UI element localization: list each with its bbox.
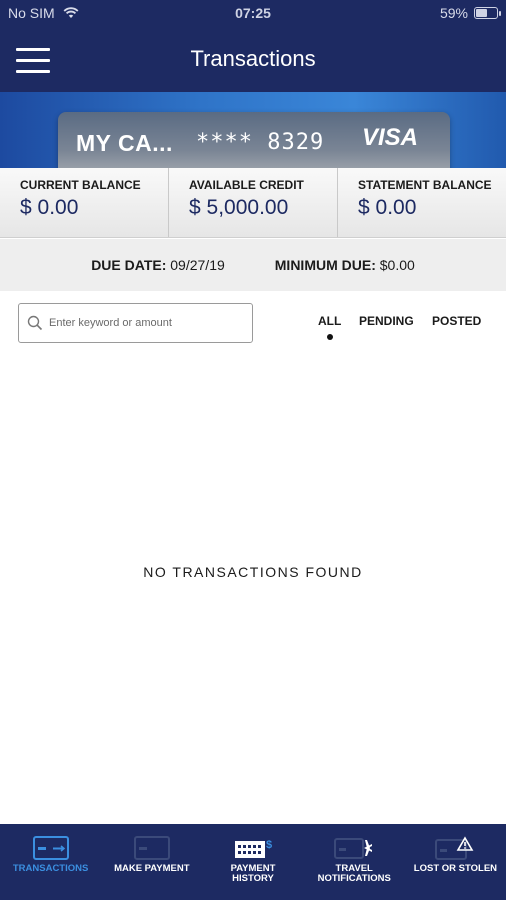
statement-balance-label: STATEMENT BALANCE [358, 178, 492, 192]
page-title: Transactions [190, 46, 316, 71]
due-info: DUE DATE: 09/27/19 MINIMUM DUE: $0.00 [0, 239, 506, 291]
available-credit-value: $ 5,000.00 [189, 196, 289, 219]
minimum-due: MINIMUM DUE: $0.00 [275, 257, 415, 273]
credit-card-icon [32, 836, 69, 860]
search-box[interactable] [18, 303, 253, 343]
nav-payment-history-label: PAYMENT HISTORY [230, 863, 276, 884]
current-balance: CURRENT BALANCE $ 0.00 [0, 168, 168, 237]
bottom-nav: TRANSACTIONS MAKE PAYMENT $ PAYMENT HIST… [0, 824, 506, 900]
nav-travel-notifications-label: TRAVEL NOTIFICATIONS [317, 863, 391, 884]
balances-row: CURRENT BALANCE $ 0.00 AVAILABLE CREDIT … [0, 168, 506, 238]
due-date-value: 09/27/19 [170, 257, 225, 273]
filter-all[interactable]: ALL [318, 314, 342, 340]
app-header: No SIM 07:25 59% Transactions [0, 0, 506, 92]
card-warning-icon [435, 836, 474, 860]
nav-make-payment[interactable]: MAKE PAYMENT [101, 824, 202, 900]
nav-transactions[interactable]: TRANSACTIONS [0, 824, 101, 900]
battery-icon [474, 7, 501, 19]
minimum-due-value: $0.00 [379, 257, 415, 273]
nav-lost-or-stolen[interactable]: LOST OR STOLEN [405, 824, 506, 900]
credit-card[interactable]: MY CA... **** 8329 VISA [58, 112, 450, 168]
filter-pending-label: PENDING [359, 314, 414, 328]
selected-indicator [326, 334, 333, 340]
nav-payment-history[interactable]: $ PAYMENT HISTORY [202, 824, 303, 900]
card-number: **** 8329 [196, 130, 325, 155]
minimum-due-label: MINIMUM DUE: [274, 257, 376, 273]
battery-percent: 59% [439, 5, 468, 21]
filter-pending[interactable]: PENDING [359, 314, 414, 328]
search-icon [27, 315, 43, 331]
nav-make-payment-label: MAKE PAYMENT [114, 863, 190, 874]
empty-state-message: NO TRANSACTIONS FOUND [143, 564, 363, 580]
svg-text:$: $ [266, 839, 272, 851]
battery-fill [476, 9, 488, 17]
nav-lost-or-stolen-label: LOST OR STOLEN [413, 863, 498, 874]
card-name: MY CA... [76, 130, 173, 156]
due-date: DUE DATE: 09/27/19 [91, 257, 225, 273]
search-input[interactable] [49, 317, 239, 329]
nav-travel-notifications[interactable]: TRAVEL NOTIFICATIONS [304, 824, 405, 900]
statement-balance: STATEMENT BALANCE $ 0.00 [337, 168, 506, 237]
statement-balance-value: $ 0.00 [358, 196, 417, 219]
current-balance-value: $ 0.00 [20, 196, 79, 219]
filter-posted-label: POSTED [432, 314, 482, 328]
nav-transactions-label: TRANSACTIONS [12, 863, 89, 874]
filter-posted[interactable]: POSTED [432, 314, 481, 328]
card-payment-icon [133, 836, 170, 860]
current-balance-label: CURRENT BALANCE [20, 178, 141, 192]
available-credit-label: AVAILABLE CREDIT [189, 178, 304, 192]
battery-group: 59% [439, 5, 501, 21]
calendar-dollar-icon: $ [235, 839, 272, 858]
available-credit: AVAILABLE CREDIT $ 5,000.00 [168, 168, 337, 237]
status-time: 07:25 [235, 5, 271, 21]
due-date-label: DUE DATE: [91, 257, 167, 273]
card-banner: MY CA... **** 8329 VISA [0, 92, 506, 168]
visa-logo: VISA [361, 124, 418, 151]
status-bar: No SIM 07:25 59% [0, 0, 506, 28]
filter-all-label: ALL [318, 314, 342, 328]
card-airplane-icon [334, 838, 373, 859]
